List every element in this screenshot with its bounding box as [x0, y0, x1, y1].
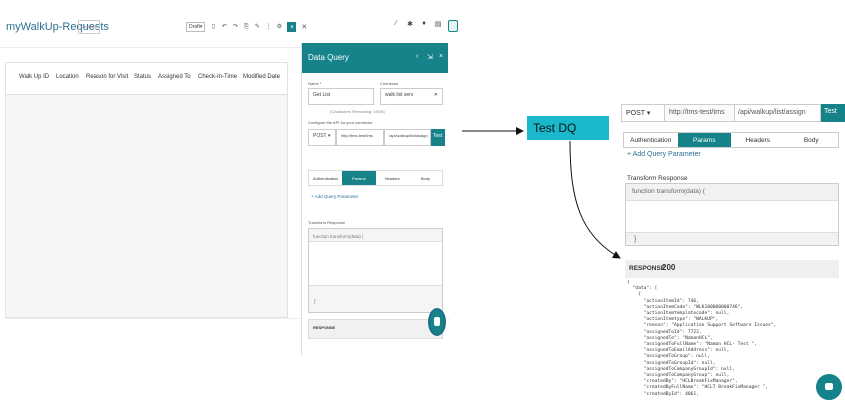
tab-params[interactable]: Params	[677, 133, 731, 147]
method-value: POST	[626, 110, 645, 117]
method-select[interactable]: POST ▾	[621, 104, 665, 122]
transform-label: Transform Response	[627, 175, 688, 182]
chat-icon[interactable]	[816, 374, 842, 400]
callout-label: Test DQ	[527, 116, 609, 140]
tab-headers[interactable]: Headers	[731, 133, 785, 147]
response-bar: RESPONSE 200	[625, 260, 839, 278]
response-body: { "data": [ { "actionItemId": 746, "acti…	[627, 280, 777, 397]
transform-code: function transform(data) {	[632, 188, 705, 195]
add-query-parameter-link[interactable]: + Add Query Parameter	[627, 151, 701, 158]
url-path-input[interactable]: /api/walkup/list/assign	[735, 104, 821, 122]
request-tabs: Authentication Params Headers Body	[623, 132, 839, 148]
zoomed-panel: POST ▾ http://tms-test/tms /api/walkup/l…	[621, 104, 845, 415]
closing-brace: }	[634, 236, 637, 243]
url-base-input[interactable]: http://tms-test/tms	[665, 104, 735, 122]
tab-body[interactable]: Body	[785, 133, 839, 147]
response-status-code: 200	[662, 263, 676, 272]
tab-authentication[interactable]: Authentication	[624, 133, 678, 147]
arrow-to-response	[569, 140, 621, 259]
response-label: RESPONSE	[629, 265, 666, 272]
test-button[interactable]: Test	[821, 104, 845, 122]
transform-editor[interactable]: function transform(data) { }	[625, 183, 839, 246]
transform-editor-body[interactable]	[626, 200, 838, 233]
chevron-down-icon: ▾	[646, 110, 651, 117]
